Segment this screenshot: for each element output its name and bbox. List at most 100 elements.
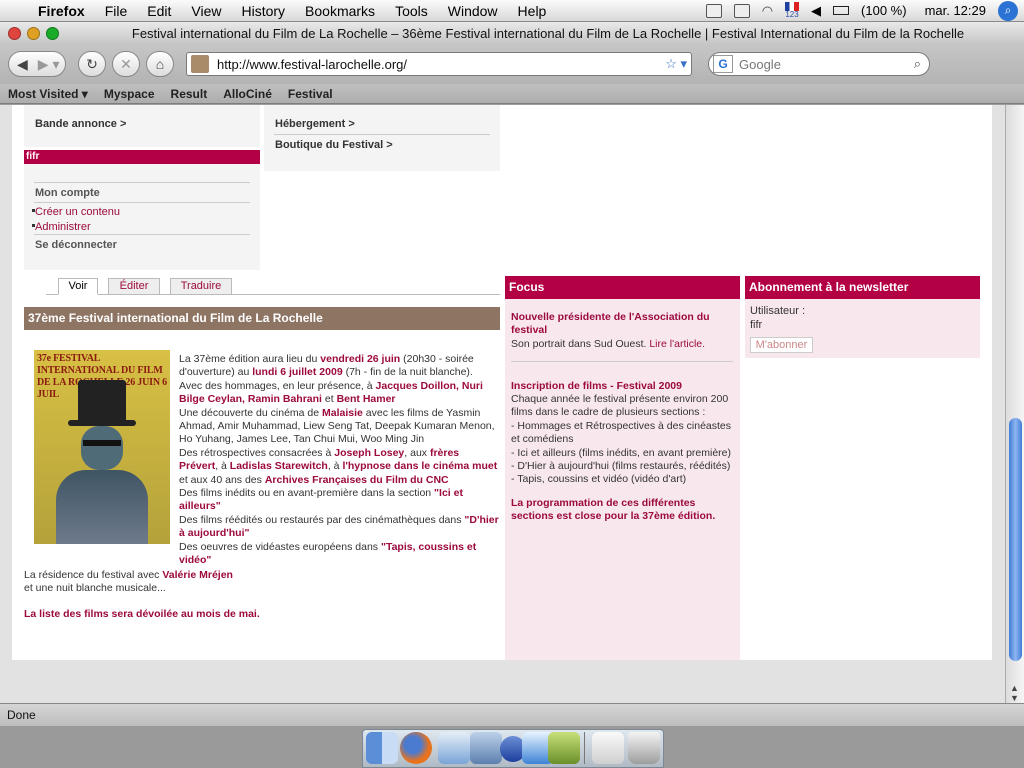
menu-history[interactable]: History bbox=[241, 3, 285, 19]
volume-icon[interactable]: ◀︎ bbox=[811, 3, 821, 19]
valerie-mrejen-link[interactable]: Valérie Mréjen bbox=[162, 569, 233, 581]
poster-figure bbox=[56, 470, 148, 544]
google-engine-icon[interactable]: G bbox=[713, 55, 733, 73]
bookmark-star-icon[interactable]: ☆ ▾ bbox=[665, 56, 687, 72]
search-box[interactable]: G Google ⌕ bbox=[708, 52, 930, 76]
minimized-window-icon[interactable] bbox=[592, 732, 624, 764]
tab-traduire[interactable]: Traduire bbox=[170, 278, 232, 295]
scrollbar-thumb[interactable] bbox=[1009, 418, 1022, 661]
back-arrow-icon[interactable]: ◀ bbox=[17, 56, 28, 73]
bent-hamer-link[interactable]: Bent Hamer bbox=[337, 393, 396, 405]
malaisie-link[interactable]: Malaisie bbox=[322, 407, 363, 419]
scroll-up-arrow-icon[interactable]: ▲ bbox=[1010, 683, 1019, 693]
url-text[interactable]: http://www.festival-larochelle.org/ bbox=[217, 57, 407, 72]
search-input[interactable]: Google bbox=[739, 57, 781, 72]
battery-percent[interactable]: (100 %) bbox=[861, 3, 907, 18]
wifi-icon[interactable]: ◠ bbox=[762, 3, 773, 19]
bookmark-most-visited[interactable]: Most Visited ▾ bbox=[8, 87, 88, 101]
user-menu-divider-2 bbox=[34, 202, 250, 203]
administrer-link[interactable]: Administrer bbox=[35, 221, 91, 233]
right-box-divider bbox=[274, 134, 490, 135]
spotlight-icon[interactable]: ⌕ bbox=[998, 0, 1018, 21]
dock bbox=[0, 726, 1024, 768]
menu-bookmarks[interactable]: Bookmarks bbox=[305, 3, 375, 19]
menu-window[interactable]: Window bbox=[448, 3, 498, 19]
article-paragraph-nuit: et une nuit blanche musicale... bbox=[24, 582, 166, 595]
feather-app-icon[interactable] bbox=[548, 732, 580, 764]
hebergement-link[interactable]: Hébergement > bbox=[275, 118, 355, 130]
trash-icon[interactable] bbox=[628, 732, 660, 764]
date-end-link[interactable]: lundi 6 juillet 2009 bbox=[252, 366, 342, 378]
text-span: Son portrait dans Sud Ouest. bbox=[511, 338, 650, 350]
newsletter-user-label: Utilisateur : bbox=[750, 305, 806, 317]
mail-icon[interactable] bbox=[438, 732, 470, 764]
bande-annonce-link[interactable]: Bande annonce > bbox=[35, 118, 126, 130]
article-paragraph-residence: La résidence du festival avec Valérie Mr… bbox=[24, 569, 500, 582]
text-span: Des films inédits ou en avant-première d… bbox=[179, 487, 435, 500]
lire-article-link[interactable]: Lire l'article. bbox=[649, 338, 705, 350]
mon-compte-link[interactable]: Mon compte bbox=[35, 187, 100, 199]
article-paragraph-videastes: Des oeuvres de vidéastes européens dans … bbox=[179, 541, 501, 568]
focus-item2-body: Chaque année le festival présente enviro… bbox=[511, 393, 733, 524]
tab-editer[interactable]: Éditer bbox=[108, 278, 160, 295]
home-button[interactable]: ⌂ bbox=[146, 51, 174, 77]
losey-link[interactable]: Joseph Losey bbox=[334, 447, 404, 459]
creer-contenu-link[interactable]: Créer un contenu bbox=[35, 206, 120, 218]
text-span: , à bbox=[215, 460, 230, 473]
article-title: 37ème Festival international du Film de … bbox=[24, 307, 500, 330]
focus-item2-title[interactable]: Inscription de films - Festival 2009 bbox=[511, 380, 733, 393]
date-start-link[interactable]: vendredi 26 juin bbox=[320, 353, 400, 365]
starewitch-link[interactable]: Ladislas Starewitch bbox=[230, 460, 328, 472]
text-span: Des films réédités ou restaurés par des … bbox=[179, 513, 465, 526]
liste-films-link[interactable]: La liste des films sera dévoilée au mois… bbox=[24, 608, 260, 620]
user-menu-divider-1 bbox=[34, 182, 250, 183]
menubar-clock[interactable]: mar. 12:29 bbox=[925, 3, 986, 18]
menu-app-firefox[interactable]: Firefox bbox=[38, 3, 85, 19]
menu-tools[interactable]: Tools bbox=[395, 3, 428, 19]
scroll-down-arrow-icon[interactable]: ▼ bbox=[1010, 693, 1019, 703]
festival-poster-image[interactable]: 37e FESTIVAL INTERNATIONAL DU FILM DE LA… bbox=[34, 350, 170, 544]
hypnose-link[interactable]: l'hypnose dans le cinéma muet bbox=[342, 460, 497, 472]
article-paragraph-hommages: Avec des hommages, en leur présence, à J… bbox=[179, 380, 501, 407]
finder-icon[interactable] bbox=[366, 732, 398, 764]
newsletter-user-value: fifr bbox=[750, 319, 763, 331]
menu-help[interactable]: Help bbox=[518, 3, 547, 19]
tab-voir[interactable]: Voir bbox=[58, 278, 98, 295]
display-icon[interactable] bbox=[733, 3, 750, 18]
battery-icon[interactable] bbox=[833, 6, 850, 15]
focus-item1-text: Son portrait dans Sud Ouest. Lire l'arti… bbox=[511, 338, 733, 351]
bookmark-myspace[interactable]: Myspace bbox=[104, 87, 155, 101]
archives-cnc-link[interactable]: Archives Françaises du Film du CNC bbox=[265, 474, 449, 486]
bookmark-festival[interactable]: Festival bbox=[288, 87, 333, 101]
menu-edit[interactable]: Edit bbox=[147, 3, 171, 19]
menu-file[interactable]: File bbox=[105, 3, 128, 19]
poster-hat bbox=[78, 380, 126, 422]
menu-view[interactable]: View bbox=[191, 3, 221, 19]
forward-arrow-icon[interactable]: ▶ ▾ bbox=[38, 56, 60, 73]
subscribe-button[interactable]: M'abonner bbox=[750, 337, 813, 353]
network-icon[interactable] bbox=[705, 3, 722, 18]
vertical-scrollbar[interactable]: ▲ ▼ bbox=[1005, 105, 1024, 703]
focus-item2-li2: - Ici et ailleurs (films inédits, en ava… bbox=[511, 446, 731, 459]
search-icon[interactable]: ⌕ bbox=[914, 56, 921, 72]
stop-icon: ✕ bbox=[120, 55, 132, 72]
focus-item1-title[interactable]: Nouvelle présidente de l'Association du … bbox=[511, 311, 733, 338]
bookmark-result[interactable]: Result bbox=[171, 87, 208, 101]
back-forward-group: ◀ ▶ ▾ bbox=[8, 51, 66, 77]
url-bar[interactable]: http://www.festival-larochelle.org/ ☆ ▾ bbox=[186, 52, 692, 76]
input-menu[interactable]: 123 bbox=[785, 2, 800, 19]
text-span: Des oeuvres de vidéastes européens dans bbox=[179, 540, 381, 553]
preview-icon[interactable] bbox=[470, 732, 502, 764]
text-span: La résidence du festival avec bbox=[24, 569, 163, 581]
window-titlebar: Festival international du Film de La Roc… bbox=[0, 22, 1024, 44]
text-span: (7h - fin de la nuit blanche). bbox=[342, 366, 473, 379]
status-bar: Done bbox=[0, 703, 1024, 726]
boutique-link[interactable]: Boutique du Festival > bbox=[275, 139, 393, 151]
stop-button[interactable]: ✕ bbox=[112, 51, 140, 77]
bookmark-allocine[interactable]: AlloCiné bbox=[223, 87, 272, 101]
text-span: et bbox=[321, 393, 337, 406]
firefox-icon[interactable] bbox=[400, 732, 432, 764]
deconnecter-link[interactable]: Se déconnecter bbox=[35, 239, 117, 251]
article-paragraph-liste: La liste des films sera dévoilée au mois… bbox=[24, 608, 500, 621]
reload-button[interactable]: ↻ bbox=[78, 51, 106, 77]
